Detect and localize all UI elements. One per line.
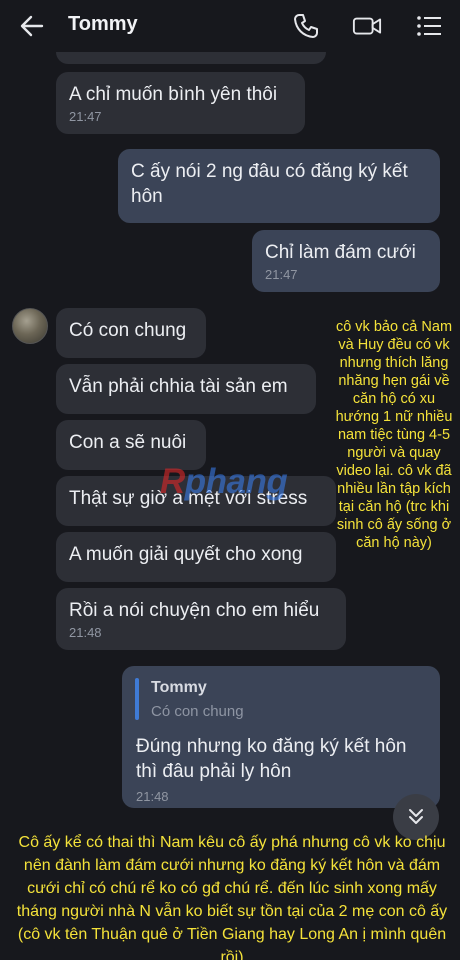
back-arrow-icon[interactable] xyxy=(18,12,46,40)
message-text: Rồi a nói chuyện cho em hiểu xyxy=(69,600,320,621)
bottom-annotation-text: Cô ấy kể có thai thì Nam kêu cô ấy phá n… xyxy=(16,834,448,960)
contact-name[interactable]: Tommy xyxy=(68,13,138,36)
message-bubble-partial[interactable] xyxy=(56,52,326,64)
message-bubble[interactable]: C ấy nói 2 ng đâu có đăng ký kết hôn xyxy=(118,149,440,223)
message-text: C ấy nói 2 ng đâu có đăng ký kết hôn xyxy=(131,161,408,207)
phone-icon[interactable] xyxy=(291,11,321,41)
message-text: Đúng nhưng ko đăng ký kết hôn thì đâu ph… xyxy=(136,736,407,782)
message-list[interactable]: A chỉ muốn bình yên thôi 21:47 C ấy nói … xyxy=(0,52,460,960)
video-camera-icon[interactable] xyxy=(352,11,382,41)
message-text: Vẫn phải chhia tài sản em xyxy=(69,376,288,397)
reply-message-bubble[interactable]: Tommy Có con chung Đúng nhưng ko đăng ký… xyxy=(122,666,440,808)
quote-bar xyxy=(135,678,139,720)
side-annotation-text: cô vk bảo cả Nam và Huy đều có vk nhưng … xyxy=(335,319,453,551)
message-bubble[interactable]: Vẫn phải chhia tài sản em xyxy=(56,364,316,414)
message-text: Chỉ làm đám cưới xyxy=(265,242,416,263)
message-text: Con a sẽ nuôi xyxy=(69,432,187,453)
message-bubble[interactable]: A chỉ muốn bình yên thôi 21:47 xyxy=(56,72,305,134)
quoted-sender: Tommy xyxy=(151,679,207,696)
avatar[interactable] xyxy=(12,308,48,344)
double-chevron-down-icon xyxy=(409,809,423,824)
message-time: 21:47 xyxy=(69,109,102,124)
menu-list-icon[interactable] xyxy=(414,11,444,41)
message-bubble[interactable]: Rồi a nói chuyện cho em hiểu 21:48 xyxy=(56,588,346,650)
quoted-text: Có con chung xyxy=(151,703,244,720)
message-time: 21:48 xyxy=(69,625,102,640)
chat-header: Tommy xyxy=(0,0,460,52)
message-text: A chỉ muốn bình yên thôi xyxy=(69,84,278,105)
message-bubble[interactable]: Chỉ làm đám cưới 21:47 xyxy=(252,230,440,292)
message-time: 21:48 xyxy=(136,789,169,804)
message-text: A muốn giải quyết cho xong xyxy=(69,544,303,565)
message-bubble[interactable]: Có con chung xyxy=(56,308,206,358)
message-bubble[interactable]: A muốn giải quyết cho xong xyxy=(56,532,336,582)
message-text: Có con chung xyxy=(69,320,187,341)
message-time: 21:47 xyxy=(265,267,298,282)
watermark-logo: Rphang xyxy=(160,462,288,501)
